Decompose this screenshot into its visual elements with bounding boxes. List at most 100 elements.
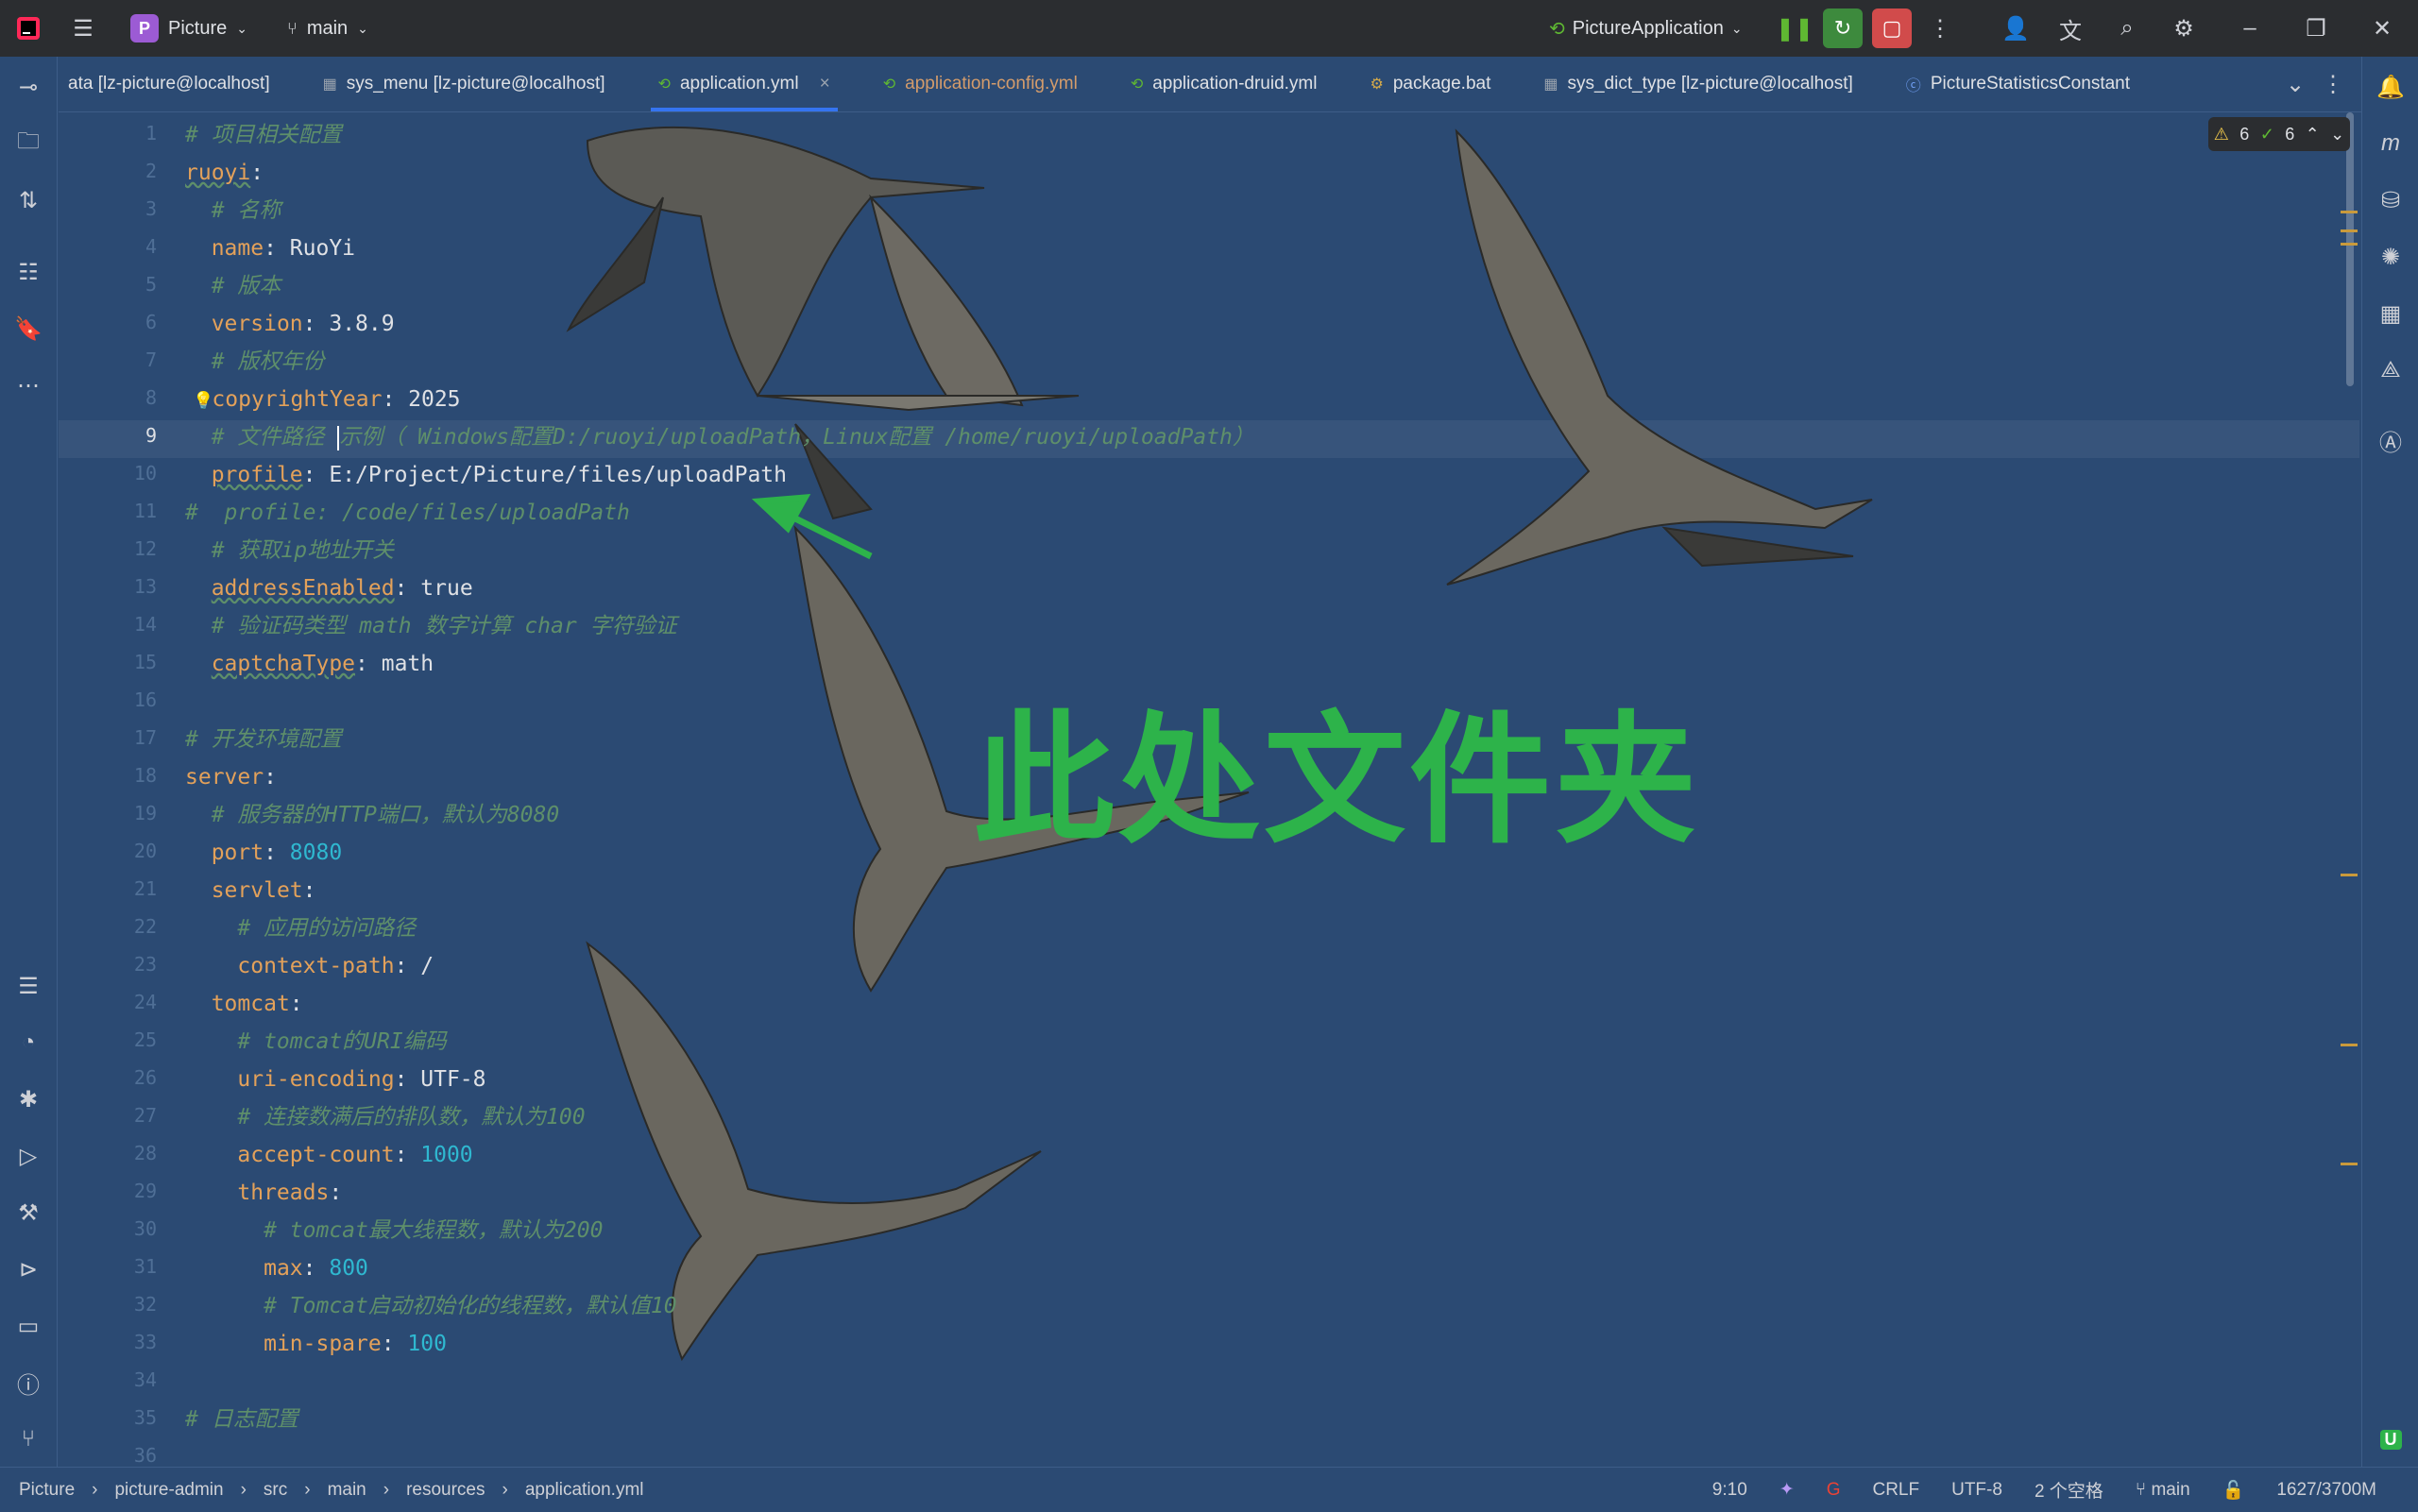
breadcrumb-item[interactable]: picture-admin [114, 1480, 223, 1501]
breadcrumb-item[interactable]: main [328, 1480, 366, 1501]
tab-picture-statistics-constant[interactable]: ⓒ PictureStatisticsConstant [1880, 57, 2156, 111]
line-separator[interactable]: CRLF [1872, 1480, 1919, 1501]
code-editor[interactable]: 1 2 3 4 5 6 7 8 9 10 11 12 13 14 15 16 1… [59, 112, 2359, 1465]
stop-button[interactable]: ▢ [1872, 8, 1912, 48]
services-icon[interactable]: ⊳ [11, 1252, 45, 1286]
problems-icon[interactable]: ⓘ [11, 1366, 45, 1400]
run-config-selector[interactable]: ⟲ PictureApplication ⌄ [1549, 17, 1743, 41]
inspection-widget[interactable]: ⚠ 6 ✓ 6 ⌃ ⌄ [2208, 117, 2350, 151]
notifications-icon[interactable]: 🔔 [2374, 70, 2408, 104]
code-line: # 验证码类型 math 数字计算 char 字符验证 [185, 607, 677, 645]
bookmarks-icon[interactable]: 🔖 [11, 312, 45, 346]
warning-marker[interactable] [2341, 1163, 2358, 1165]
google-icon[interactable]: G [1827, 1480, 1841, 1501]
tab-ata[interactable]: ata [lz-picture@localhost] [59, 57, 297, 111]
git-branch-status[interactable]: ⑂ main [2136, 1480, 2190, 1501]
chevron-down-icon: ⌄ [236, 20, 247, 36]
yaml-value: true [420, 576, 473, 601]
warning-marker[interactable] [2341, 1044, 2358, 1046]
maven-icon[interactable]: m [2374, 127, 2408, 161]
chevron-down-icon[interactable]: ⌄ [2330, 125, 2344, 144]
yaml-key: ruoyi [185, 161, 251, 185]
structure-icon[interactable]: ☷ [11, 255, 45, 289]
more-tools-icon[interactable]: ⋯ [11, 368, 45, 402]
calculator-icon[interactable]: ▦ [2374, 297, 2408, 331]
warning-marker[interactable] [2341, 229, 2358, 232]
breadcrumb-item[interactable]: Picture [19, 1480, 75, 1501]
breadcrumb-item[interactable]: resources [406, 1480, 485, 1501]
run-config-name: PictureApplication [1572, 17, 1724, 39]
comment: # 开发环境配置 [185, 727, 342, 752]
breadcrumb-item[interactable]: src [264, 1480, 287, 1501]
code-line: context-path: / [237, 954, 434, 978]
yaml-key: profile [211, 463, 303, 487]
warning-marker[interactable] [2341, 211, 2358, 213]
editor-tab-bar: ata [lz-picture@localhost] ▦ sys_menu [l… [59, 57, 2363, 112]
warning-count: 6 [2239, 124, 2250, 144]
add-user-icon[interactable]: 👤 [1999, 11, 2033, 45]
profiler-icon[interactable]: ◔ [11, 1026, 45, 1060]
todo-list-icon[interactable]: ☰ [11, 969, 45, 1003]
ai-assistant-icon[interactable]: ✺ [2374, 240, 2408, 274]
project-folder-icon[interactable]: 🗀 [11, 127, 45, 161]
restore-icon[interactable]: ❐ [2299, 11, 2333, 45]
tab-more-icon[interactable]: ⋮ [2316, 67, 2350, 101]
copilot-icon[interactable]: ⟁ [2374, 353, 2408, 387]
build-icon[interactable]: ⚒ [11, 1196, 45, 1230]
pull-requests-icon[interactable]: ⇅ [11, 183, 45, 217]
code-line: accept-count: 1000 [237, 1143, 473, 1167]
tab-package-bat[interactable]: ⚙ package.bat [1343, 57, 1517, 111]
tab-close-icon[interactable]: × [820, 74, 830, 94]
ai-status-icon[interactable]: ✦ [1779, 1479, 1795, 1501]
main-menu-icon[interactable]: ☰ [66, 11, 100, 45]
yaml-key: tomcat [211, 992, 290, 1016]
plugin-u-icon[interactable]: U [2374, 1422, 2408, 1456]
line-number: 31 [133, 1255, 157, 1278]
commit-icon[interactable]: ⊸ [11, 70, 45, 104]
caret-position[interactable]: 9:10 [1712, 1480, 1747, 1501]
pause-icon[interactable]: ❚❚ [1776, 11, 1814, 45]
terminal-icon[interactable]: ▭ [11, 1309, 45, 1343]
more-vertical-icon[interactable]: ⋮ [1923, 11, 1957, 45]
tab-application-yml[interactable]: ⟲ application.yml × [632, 57, 857, 111]
line-number: 12 [133, 537, 157, 560]
branch-selector[interactable]: ⑂ main ⌄ [287, 18, 368, 40]
tab-application-config-yml[interactable]: ⟲ application-config.yml [857, 57, 1104, 111]
warning-marker[interactable] [2341, 874, 2358, 876]
line-number: 28 [133, 1142, 157, 1164]
tab-application-druid-yml[interactable]: ⟲ application-druid.yml [1104, 57, 1344, 111]
translate-icon[interactable]: 文 [2053, 11, 2087, 45]
git-icon[interactable]: ⑂ [11, 1422, 45, 1456]
debug-icon[interactable]: ✱ [11, 1082, 45, 1116]
yaml-key: server [185, 765, 264, 790]
chevron-down-icon: ⌄ [1730, 20, 1743, 36]
breadcrumb-item[interactable]: application.yml [525, 1480, 644, 1501]
editor-scrollbar[interactable] [2346, 112, 2354, 386]
tab-sys-dict-type[interactable]: ▦ sys_dict_type [lz-picture@localhost] [1517, 57, 1879, 111]
chevron-up-icon[interactable]: ⌃ [2306, 125, 2320, 144]
search-icon[interactable]: ⌕ [2110, 11, 2144, 45]
minimize-icon[interactable]: – [2233, 11, 2267, 45]
rerun-button[interactable]: ↻ [1823, 8, 1863, 48]
comment: # 日志配置 [185, 1407, 298, 1432]
indent-setting[interactable]: 2 个空格 [2035, 1477, 2103, 1503]
code-line: # profile: /code/files/uploadPath [185, 494, 630, 532]
code-line: # 文件路径 示例（ Windows配置D:/ruoyi/uploadPath，… [185, 418, 1254, 456]
lock-icon[interactable]: 🔓 [2222, 1479, 2245, 1502]
tab-list-chevron-icon[interactable]: ⌄ [2278, 67, 2312, 101]
file-encoding[interactable]: UTF-8 [1951, 1480, 2002, 1501]
close-icon[interactable]: ✕ [2365, 11, 2399, 45]
code-line: # 日志配置 [185, 1401, 298, 1438]
memory-indicator[interactable]: 1627/3700M [2276, 1480, 2376, 1501]
project-selector[interactable]: P Picture ⌄ [130, 14, 247, 42]
database-icon[interactable]: ⛁ [2374, 183, 2408, 217]
translation-icon[interactable]: Ⓐ [2374, 423, 2408, 457]
settings-gear-icon[interactable]: ⚙ [2167, 11, 2201, 45]
run-icon[interactable]: ▷ [11, 1139, 45, 1173]
code-line: 💡copyrightYear: 2025 [193, 387, 461, 412]
app-logo-icon[interactable] [11, 11, 45, 45]
yaml-value: 3.8.9 [329, 312, 395, 336]
annotation-text: 此处文件夹 [973, 699, 1701, 863]
tab-sys-menu[interactable]: ▦ sys_menu [lz-picture@localhost] [297, 57, 632, 111]
warning-marker[interactable] [2341, 243, 2358, 246]
